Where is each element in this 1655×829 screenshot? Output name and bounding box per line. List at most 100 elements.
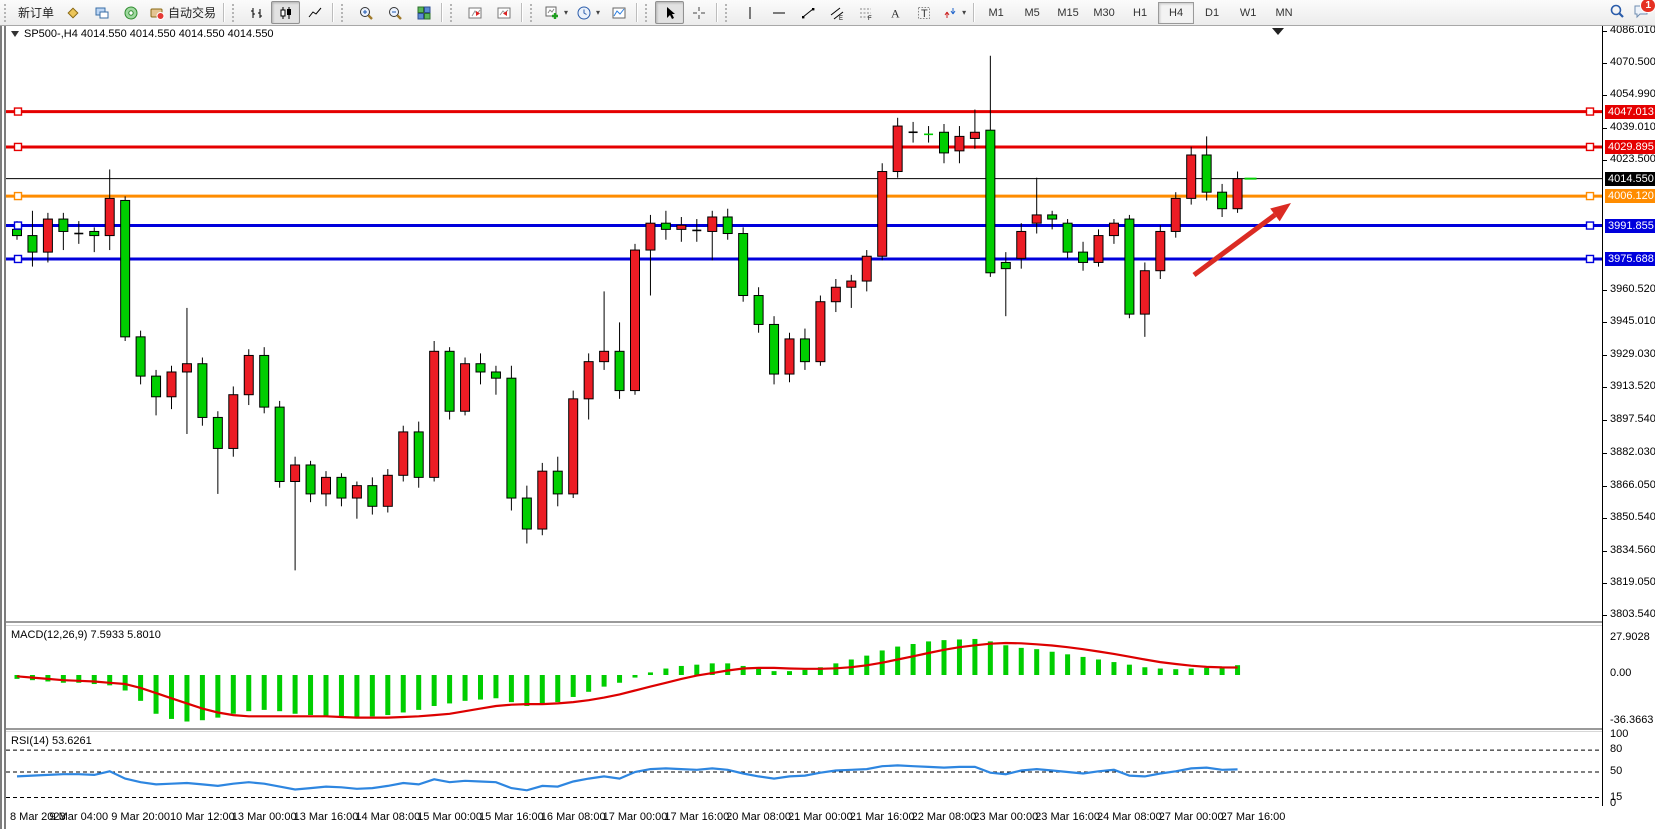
macd-histogram-bar	[432, 675, 437, 706]
price-axis[interactable]: 4086.0104070.5004054.9904039.0104023.500…	[1602, 25, 1655, 806]
tick-mark	[1603, 615, 1607, 616]
candle-body	[167, 372, 176, 397]
market-watch-icon[interactable]	[87, 1, 116, 24]
tiles-icon	[416, 5, 432, 21]
crosshair-button[interactable]	[684, 1, 713, 24]
timeframe-button-mn[interactable]: MN	[1266, 2, 1302, 24]
line-handle[interactable]	[1587, 143, 1594, 150]
line-handle[interactable]	[15, 255, 22, 262]
autotrading-button[interactable]: 自动交易	[145, 1, 220, 24]
rsi-label: RSI(14) 53.6261	[11, 735, 92, 747]
candle-body	[275, 407, 284, 481]
tick-mark	[1603, 486, 1607, 487]
timeframe-button-m30[interactable]: M30	[1086, 2, 1122, 24]
zoom-in-button[interactable]	[351, 1, 380, 24]
arrows-icon	[942, 5, 958, 21]
templates-button[interactable]	[604, 1, 633, 24]
chevron-down-icon[interactable]: ▾	[564, 8, 568, 17]
time-axis[interactable]: 8 Mar 20239 Mar 04:009 Mar 20:0010 Mar 1…	[6, 806, 1655, 829]
charts-list-icon[interactable]	[58, 1, 87, 24]
price-tick-label: 4054.990	[1610, 88, 1655, 100]
chevron-down-icon[interactable]: ▾	[962, 8, 966, 17]
candle-body	[1109, 223, 1118, 235]
price-tick-label: 3882.030	[1610, 446, 1655, 458]
candle-body	[1156, 231, 1165, 270]
cursor-button[interactable]	[655, 1, 684, 24]
line-handle[interactable]	[15, 222, 22, 229]
candle-body	[831, 287, 840, 301]
timeframe-button-m5[interactable]: M5	[1014, 2, 1050, 24]
candle-body	[785, 339, 794, 374]
new-order-button[interactable]: 新订单	[14, 1, 58, 24]
candle-body	[1094, 236, 1103, 263]
macd-histogram-bar	[663, 669, 668, 675]
candle-body	[1171, 198, 1180, 231]
timeframe-button-d1[interactable]: D1	[1194, 2, 1230, 24]
price-tick-label: 4070.500	[1610, 56, 1655, 68]
toolbar-separator	[521, 3, 523, 22]
autotrade-icon	[149, 5, 165, 21]
chart-shift-marker-icon[interactable]	[1272, 28, 1284, 35]
candlestick-chart-button[interactable]	[271, 1, 300, 24]
channel-button[interactable]: E	[822, 1, 851, 24]
line-handle[interactable]	[15, 108, 22, 115]
line-handle[interactable]	[1587, 255, 1594, 262]
zoom-out-button[interactable]	[380, 1, 409, 24]
line-chart-button[interactable]	[300, 1, 329, 24]
text-label-button[interactable]: T	[909, 1, 938, 24]
line-handle[interactable]	[15, 193, 22, 200]
chat-button[interactable]: 1	[1633, 3, 1649, 22]
macd-pane[interactable]: MACD(12,26,9) 7.5933 5.8010	[6, 625, 1602, 730]
candle-body	[414, 432, 423, 477]
tile-windows-button[interactable]	[409, 1, 438, 24]
tick-mark	[1603, 95, 1607, 96]
price-badge-3975.688: 3975.688	[1605, 252, 1655, 266]
candle-body	[507, 378, 516, 498]
line-handle[interactable]	[1587, 222, 1594, 229]
candle-body	[754, 296, 763, 325]
timeframe-button-m1[interactable]: M1	[978, 2, 1014, 24]
chart-shift-button[interactable]	[489, 1, 518, 24]
horizontal-line-button[interactable]	[764, 1, 793, 24]
candle-body	[368, 486, 377, 507]
arrows-button[interactable]: ▾	[938, 1, 970, 24]
candle-body	[90, 231, 99, 235]
chart-dropdown-icon[interactable]	[11, 31, 19, 37]
line-handle[interactable]	[15, 143, 22, 150]
line-handle[interactable]	[1587, 108, 1594, 115]
candles-icon	[278, 5, 294, 21]
rsi-pane[interactable]: RSI(14) 53.6261	[6, 731, 1602, 808]
candle-body	[59, 219, 68, 231]
macd-histogram-bar	[602, 675, 607, 687]
candlestick-plot[interactable]	[6, 25, 1602, 621]
fibonacci-button[interactable]: F	[851, 1, 880, 24]
chevron-down-icon[interactable]: ▾	[596, 8, 600, 17]
bar-chart-button[interactable]	[242, 1, 271, 24]
annotation-arrow-line[interactable]	[1194, 215, 1275, 275]
search-icon[interactable]	[1609, 3, 1625, 22]
candle-body	[291, 465, 300, 482]
svg-text:T: T	[921, 8, 928, 20]
signals-icon[interactable]	[116, 1, 145, 24]
periods-button[interactable]: ▾	[572, 1, 604, 24]
vertical-line-button[interactable]	[735, 1, 764, 24]
candle-body	[337, 477, 346, 498]
trendline-button[interactable]	[793, 1, 822, 24]
candle-body	[28, 236, 37, 253]
timeframe-button-h4[interactable]: H4	[1158, 2, 1194, 24]
candle-body	[847, 281, 856, 287]
macd-histogram-bar	[988, 641, 993, 675]
autotrading-button-label: 自动交易	[168, 4, 216, 21]
tick-mark	[1603, 290, 1607, 291]
timeframe-button-h1[interactable]: H1	[1122, 2, 1158, 24]
auto-scroll-button[interactable]	[460, 1, 489, 24]
macd-histogram-bar	[617, 675, 622, 683]
line-handle[interactable]	[1587, 193, 1594, 200]
text-button[interactable]: A	[880, 1, 909, 24]
time-axis-label: 20 Mar 08:00	[726, 811, 791, 823]
main-price-pane[interactable]: SP500-,H4 4014.550 4014.550 4014.550 401…	[6, 25, 1602, 623]
toolbar-separator	[636, 3, 638, 22]
timeframe-button-m15[interactable]: M15	[1050, 2, 1086, 24]
timeframe-button-w1[interactable]: W1	[1230, 2, 1266, 24]
new-chart-button[interactable]: ▾	[540, 1, 572, 24]
